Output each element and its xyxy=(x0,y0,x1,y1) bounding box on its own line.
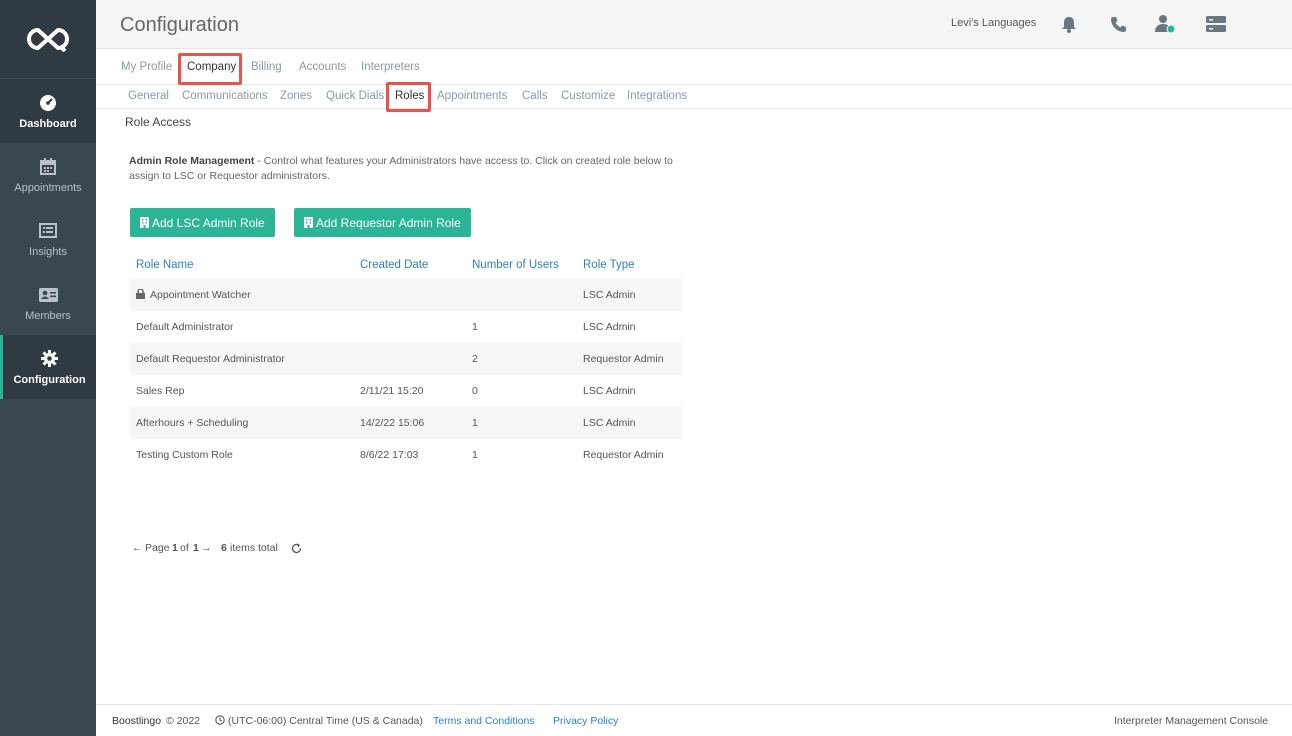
calendar-icon xyxy=(38,157,58,177)
role-name: Testing Custom Role xyxy=(136,449,233,461)
add-requestor-admin-role-button[interactable]: Add Requestor Admin Role xyxy=(294,208,471,237)
building-icon xyxy=(140,217,149,228)
table-row[interactable]: Sales Rep 2/11/21 15:20 0 LSC Admin xyxy=(130,375,682,407)
role-type: LSC Admin xyxy=(583,321,636,333)
pager-of-word: of xyxy=(180,542,189,554)
sidebar-item-dashboard[interactable]: Dashboard xyxy=(0,79,96,143)
secondary-tabs: General Communications Zones Quick Dials… xyxy=(96,85,1292,109)
section-title: Role Access xyxy=(125,115,192,129)
number-of-users: 0 xyxy=(472,385,478,397)
sidebar-item-insights[interactable]: Insights xyxy=(0,207,96,271)
roles-tab-highlight xyxy=(386,82,431,112)
terms-link[interactable]: Terms and Conditions xyxy=(433,715,535,727)
top-header: Configuration Levi's Languages xyxy=(96,0,1292,49)
footer-console-name: Interpreter Management Console xyxy=(1114,715,1269,727)
pager-total-pages: 1 xyxy=(193,542,199,554)
pager-items-total: items total xyxy=(230,542,278,554)
insights-list-icon xyxy=(38,221,58,241)
number-of-users: 1 xyxy=(472,449,478,461)
created-date: 14/2/22 15:06 xyxy=(360,417,425,429)
tab-billing[interactable]: Billing xyxy=(251,61,282,73)
footer: Boostlingo © 2022 (UTC-06:00) Central Ti… xyxy=(96,704,1292,736)
role-type: Requestor Admin xyxy=(583,449,664,461)
tab-calls[interactable]: Calls xyxy=(522,90,548,102)
created-date: 8/6/22 17:03 xyxy=(360,449,419,461)
pager-item-count: 6 xyxy=(221,542,227,554)
primary-tabs: My Profile Company Billing Accounts Inte… xyxy=(96,49,1292,85)
created-date: 2/11/21 15:20 xyxy=(360,385,424,397)
number-of-users: 1 xyxy=(472,417,478,429)
column-header-role-name[interactable]: Role Name xyxy=(136,259,194,271)
column-header-role-type[interactable]: Role Type xyxy=(583,259,635,271)
column-header-created-date[interactable]: Created Date xyxy=(360,259,428,271)
boostlingo-logo[interactable] xyxy=(0,0,96,78)
add-lsc-admin-role-button[interactable]: Add LSC Admin Role xyxy=(130,208,275,237)
prev-page-arrow-icon[interactable]: ← xyxy=(132,542,143,554)
table-row[interactable]: Default Administrator 1 LSC Admin xyxy=(130,311,682,343)
number-of-users: 2 xyxy=(472,353,478,365)
tab-integrations[interactable]: Integrations xyxy=(627,90,687,102)
clock-icon xyxy=(215,715,225,728)
number-of-users: 1 xyxy=(472,321,478,333)
tab-quick-dials[interactable]: Quick Dials xyxy=(326,90,384,102)
sidebar-item-configuration[interactable]: Configuration xyxy=(0,335,96,399)
phone-icon[interactable] xyxy=(1107,13,1129,35)
page-title: Configuration xyxy=(120,14,239,36)
sidebar: Dashboard Appointments Insights Members … xyxy=(0,0,96,736)
building-icon xyxy=(304,217,313,228)
privacy-link[interactable]: Privacy Policy xyxy=(553,715,618,727)
gear-icon xyxy=(40,349,60,369)
sidebar-item-label: Dashboard xyxy=(19,117,77,130)
role-name: Default Administrator xyxy=(136,321,234,333)
button-label: Add LSC Admin Role xyxy=(152,215,265,230)
role-name: Default Requestor Administrator xyxy=(136,353,285,365)
sidebar-item-appointments[interactable]: Appointments xyxy=(0,143,96,207)
sidebar-item-members[interactable]: Members xyxy=(0,271,96,335)
sidebar-item-label: Configuration xyxy=(13,373,86,386)
role-name: Sales Rep xyxy=(136,385,185,397)
tab-interpreters[interactable]: Interpreters xyxy=(361,61,420,73)
table-row[interactable]: Appointment Watcher LSC Admin xyxy=(130,279,682,311)
user-status-icon[interactable] xyxy=(1154,13,1176,35)
button-label: Add Requestor Admin Role xyxy=(316,215,461,230)
table-row[interactable]: Default Requestor Administrator 2 Reques… xyxy=(130,343,682,375)
description-title: Admin Role Management xyxy=(129,155,255,167)
tab-communications[interactable]: Communications xyxy=(182,90,268,102)
sidebar-item-label: Members xyxy=(25,309,71,322)
company-tab-highlight xyxy=(178,53,242,85)
tab-general[interactable]: General xyxy=(128,90,169,102)
pager-current-page: 1 xyxy=(172,542,178,554)
table-row[interactable]: Afterhours + Scheduling 14/2/22 15:06 1 … xyxy=(130,407,682,439)
tab-zones[interactable]: Zones xyxy=(280,90,312,102)
id-card-icon xyxy=(38,285,58,305)
column-header-number-of-users[interactable]: Number of Users xyxy=(472,259,559,271)
tab-customize[interactable]: Customize xyxy=(561,90,615,102)
tab-my-profile[interactable]: My Profile xyxy=(121,61,172,73)
role-name: Afterhours + Scheduling xyxy=(136,417,249,429)
dashboard-gauge-icon xyxy=(38,93,58,113)
role-name: Appointment Watcher xyxy=(150,289,251,301)
footer-copyright: © 2022 xyxy=(166,715,201,727)
server-menu-icon[interactable] xyxy=(1205,13,1227,35)
table-row[interactable]: Testing Custom Role 8/6/22 17:03 1 Reque… xyxy=(130,439,682,471)
sidebar-item-label: Insights xyxy=(29,245,67,258)
bell-icon[interactable] xyxy=(1058,13,1080,35)
role-type: LSC Admin xyxy=(583,417,636,429)
role-type: Requestor Admin xyxy=(583,353,664,365)
tab-appointments[interactable]: Appointments xyxy=(437,90,507,102)
footer-timezone[interactable]: (UTC-06:00) Central Time (US & Canada) xyxy=(228,715,423,727)
role-type: LSC Admin xyxy=(583,289,636,301)
pager-page-word: Page xyxy=(145,542,170,554)
logo-icon xyxy=(27,27,69,52)
role-type: LSC Admin xyxy=(583,385,636,397)
tab-accounts[interactable]: Accounts xyxy=(299,61,346,73)
footer-brand: Boostlingo xyxy=(112,715,162,727)
sidebar-item-label: Appointments xyxy=(14,181,82,194)
description: Admin Role Management - Control what fea… xyxy=(129,154,689,184)
refresh-icon[interactable] xyxy=(291,543,302,557)
next-page-arrow-icon[interactable]: → xyxy=(201,542,212,554)
lock-icon xyxy=(136,288,145,302)
company-name[interactable]: Levi's Languages xyxy=(951,17,1036,29)
